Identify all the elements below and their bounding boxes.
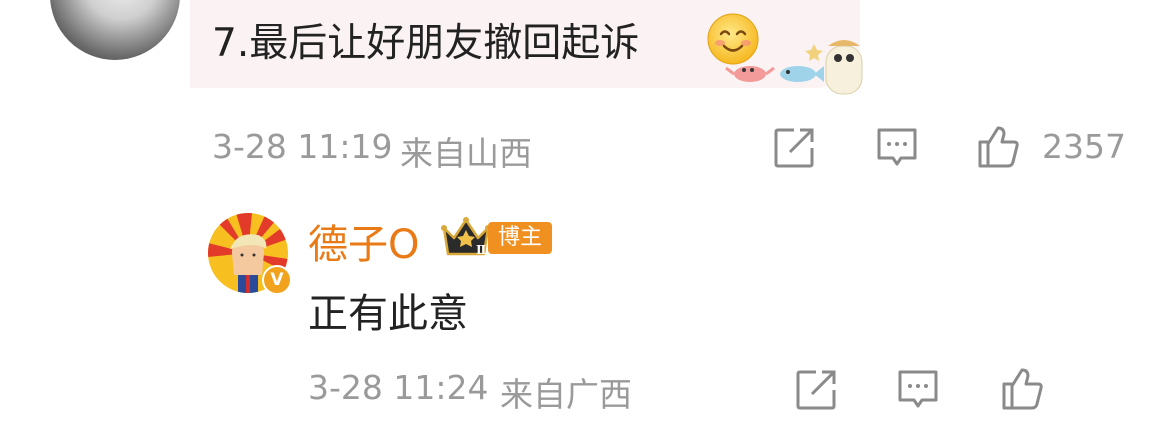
reply-date: 3-28 11:24 — [308, 368, 489, 407]
comment-date: 3-28 11:19 — [212, 127, 393, 166]
comment-location: 来自山西 — [400, 134, 532, 173]
like-count: 2357 — [1042, 127, 1126, 166]
reply-comment-icon[interactable] — [896, 368, 940, 412]
crown-level-icon: Ⅱ — [441, 217, 491, 257]
reply-share-icon[interactable] — [794, 368, 838, 412]
share-icon[interactable] — [772, 126, 816, 170]
reply-text: 正有此意 — [308, 291, 468, 337]
reply-location: 来自广西 — [500, 375, 632, 414]
author-badge: 博主 — [488, 222, 553, 254]
commenter-avatar[interactable] — [50, 0, 180, 60]
thumbs-up-icon[interactable] — [976, 124, 1020, 168]
crown-level-text: Ⅱ — [476, 243, 486, 257]
verified-badge: V — [262, 265, 292, 295]
reply-username[interactable]: 德子O — [308, 212, 419, 270]
comment-text: 7.最后让好朋友撤回起诉 — [212, 21, 640, 66]
comment-icon[interactable] — [875, 126, 919, 170]
reply-thumbs-up-icon[interactable] — [1000, 366, 1044, 410]
sticker-decoration-icon — [725, 40, 863, 95]
